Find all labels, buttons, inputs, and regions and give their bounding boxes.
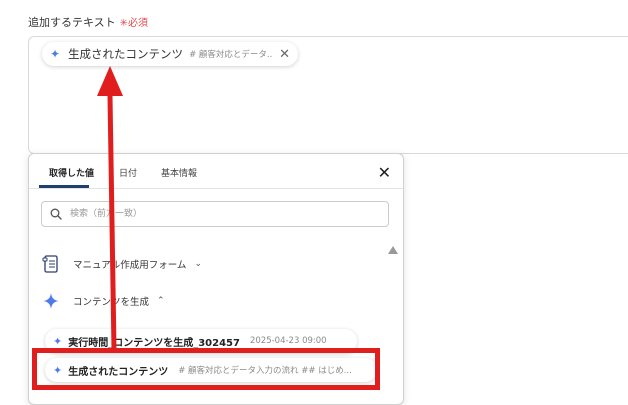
tree-item-label: コンテンツを生成 xyxy=(73,297,150,308)
search-box[interactable] xyxy=(41,201,389,227)
required-badge: ✳必須 xyxy=(119,18,149,29)
chevron-up-icon: ⌃ xyxy=(157,296,165,306)
active-tab-indicator xyxy=(39,185,89,188)
option-preview: # 顧客対応とデータ入力の流れ ## はじめ... xyxy=(178,366,352,376)
tree-item-label: マニュアル作成用フォーム xyxy=(73,260,187,271)
search-icon xyxy=(50,208,62,220)
sparkle-icon: ✦ xyxy=(50,47,61,61)
value-picker-popup: 取得した値 日付 基本情報 ✕ マニュアル作成用フォーム ⌄ xyxy=(28,153,404,405)
tree-item-manual-form[interactable]: マニュアル作成用フォーム ⌄ xyxy=(41,254,202,274)
sparkle-icon: ✦ xyxy=(53,363,63,377)
chip-preview: # 顧客対応とデータ... xyxy=(189,50,274,60)
option-title: 実行時間_コンテンツを生成_302457 xyxy=(68,337,240,349)
option-execution-time[interactable]: ✦ 実行時間_コンテンツを生成_302457 2025-04-23 09:00 xyxy=(45,329,357,353)
tree-item-generate-content[interactable]: コンテンツを生成 ⌃ xyxy=(41,293,165,309)
chip-title: 生成されたコンテンツ xyxy=(68,47,184,61)
field-label-text: 追加するテキスト xyxy=(28,16,116,29)
option-preview: 2025-04-23 09:00 xyxy=(249,336,327,346)
remove-chip-icon[interactable]: ✕ xyxy=(279,47,290,62)
form-icon xyxy=(41,254,61,274)
selected-value-chip[interactable]: ✦ 生成されたコンテンツ # 顧客対応とデータ... ✕ xyxy=(42,42,298,66)
field-label: 追加するテキスト ✳必須 xyxy=(28,14,148,30)
close-icon[interactable]: ✕ xyxy=(378,163,391,182)
sparkle-icon xyxy=(41,293,61,309)
tab-date[interactable]: 日付 xyxy=(119,166,137,179)
tab-basic-info[interactable]: 基本情報 xyxy=(161,166,197,179)
option-generated-content[interactable]: ✦ 生成されたコンテンツ # 顧客対応とデータ入力の流れ ## はじめ... xyxy=(45,358,377,382)
picker-tabs: 取得した値 日付 基本情報 xyxy=(29,154,403,189)
option-title: 生成されたコンテンツ xyxy=(68,366,169,378)
chevron-down-icon: ⌄ xyxy=(194,259,202,269)
scroll-up-arrow[interactable] xyxy=(388,246,398,254)
tab-retrieved-values[interactable]: 取得した値 xyxy=(49,166,94,179)
sparkle-icon: ✦ xyxy=(53,334,63,348)
search-input[interactable] xyxy=(68,208,372,220)
